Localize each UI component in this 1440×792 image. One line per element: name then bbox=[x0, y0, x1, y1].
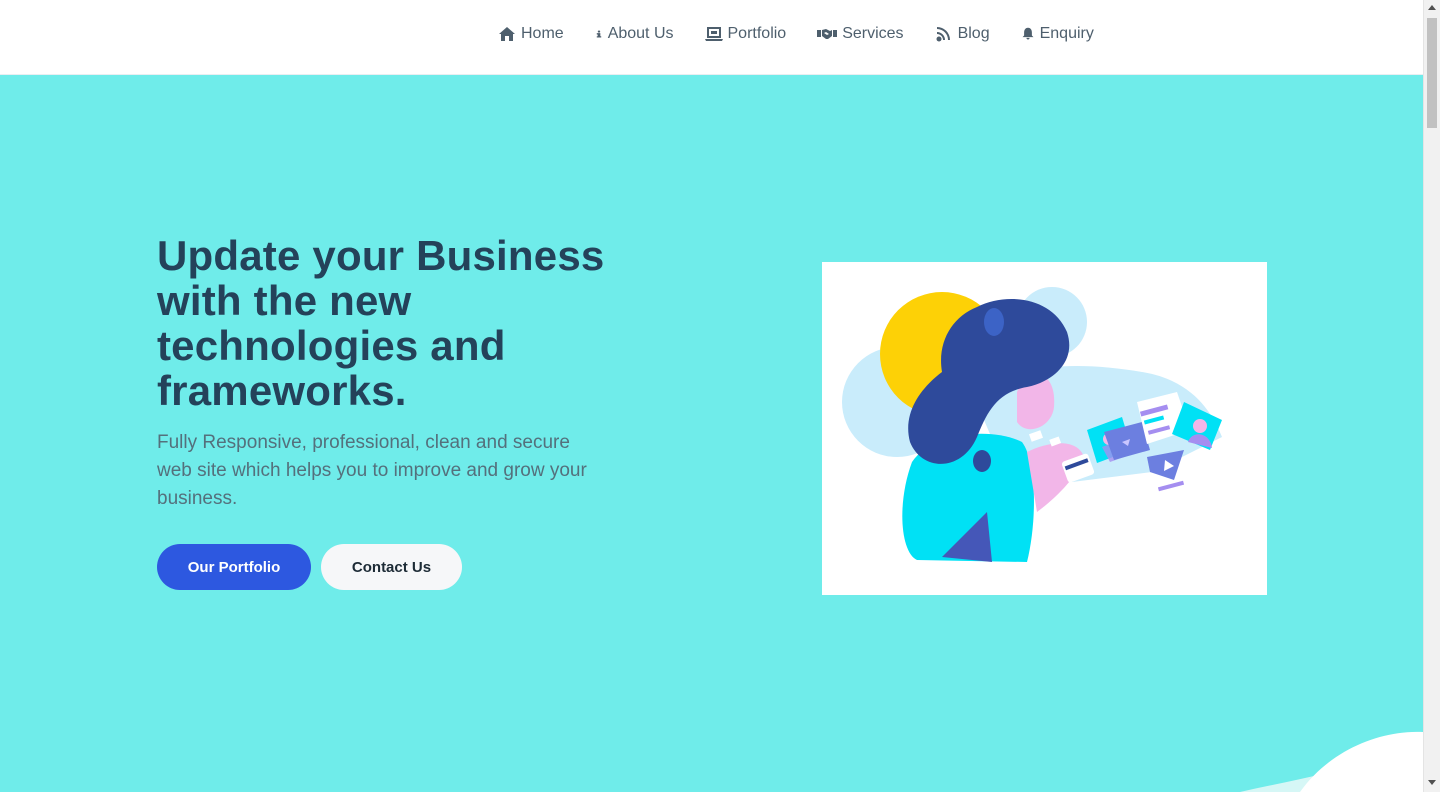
nav-item-home[interactable]: Home bbox=[498, 25, 564, 43]
nav-item-about-us[interactable]: About Us bbox=[595, 25, 674, 43]
scrollbar-thumb[interactable] bbox=[1427, 18, 1437, 128]
decorative-wave bbox=[1240, 731, 1423, 792]
nav-label-about-us: About Us bbox=[607, 25, 674, 42]
nav-item-enquiry[interactable]: Enquiry bbox=[1021, 25, 1094, 43]
nav-menu: Home About Us Portfolio Services Blog En… bbox=[498, 22, 1094, 46]
rss-icon bbox=[935, 26, 953, 42]
laptop-icon bbox=[704, 26, 723, 42]
handshake-icon bbox=[817, 26, 838, 42]
hero-subtitle: Fully Responsive, professional, clean an… bbox=[157, 432, 587, 509]
hero-section: Update your Business with the new techno… bbox=[0, 75, 1423, 792]
contact-us-button[interactable]: Contact Us bbox=[321, 544, 462, 590]
nav-item-portfolio[interactable]: Portfolio bbox=[704, 25, 787, 43]
home-icon bbox=[498, 26, 516, 42]
vertical-scrollbar[interactable] bbox=[1423, 0, 1440, 792]
our-portfolio-button[interactable]: Our Portfolio bbox=[157, 544, 311, 590]
info-icon bbox=[595, 26, 603, 42]
top-navbar: Home About Us Portfolio Services Blog En… bbox=[0, 0, 1423, 75]
nav-label-portfolio: Portfolio bbox=[727, 25, 787, 42]
hero-illustration bbox=[822, 262, 1267, 595]
nav-label-blog: Blog bbox=[957, 25, 990, 42]
nav-label-home: Home bbox=[521, 25, 564, 42]
scroll-down-arrow-icon[interactable] bbox=[1428, 780, 1436, 785]
nav-label-enquiry: Enquiry bbox=[1039, 25, 1094, 42]
nav-label-services: Services bbox=[842, 25, 904, 42]
hero-title: Update your Business with the new techno… bbox=[157, 232, 605, 414]
bell-icon bbox=[1021, 26, 1035, 42]
page: Home About Us Portfolio Services Blog En… bbox=[0, 0, 1423, 792]
scroll-up-arrow-icon[interactable] bbox=[1428, 5, 1436, 10]
nav-item-services[interactable]: Services bbox=[817, 25, 904, 43]
nav-item-blog[interactable]: Blog bbox=[935, 25, 990, 43]
